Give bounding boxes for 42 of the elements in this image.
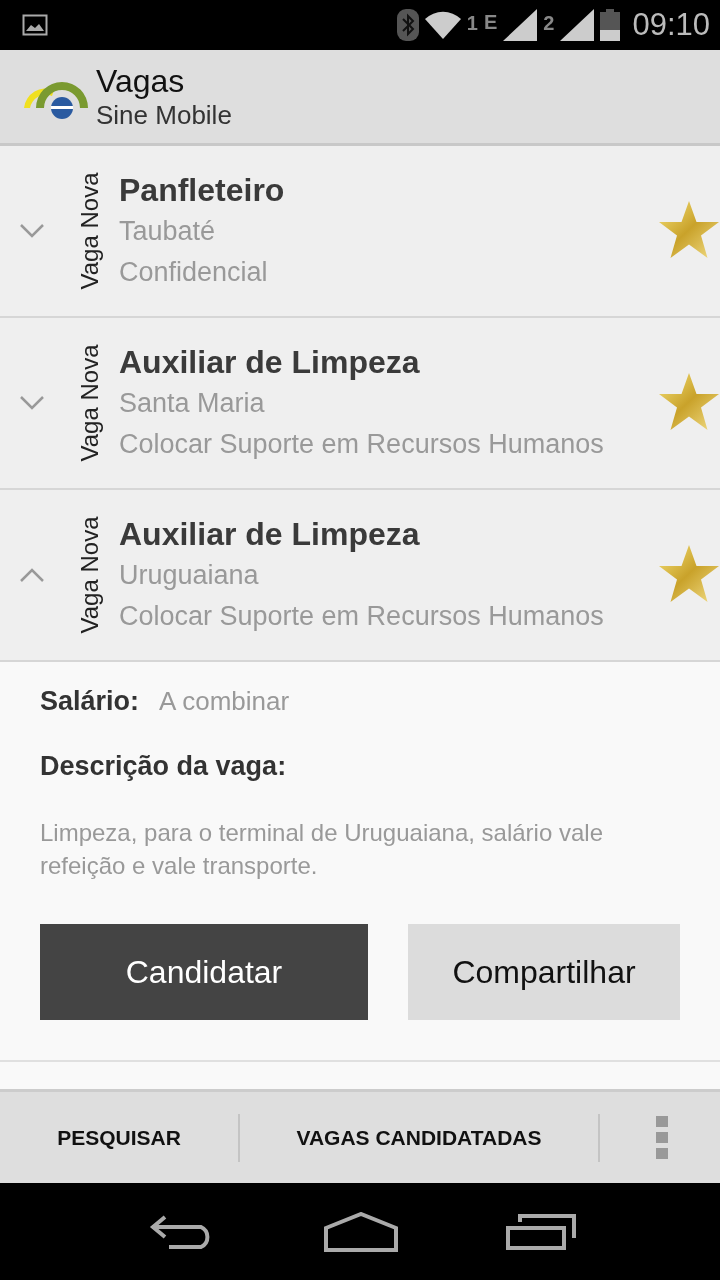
app-logo: [24, 81, 90, 120]
action-button[interactable]: PESQUISAR: [0, 1092, 238, 1183]
signal-icon: [503, 9, 538, 41]
salary-label: Salário:: [40, 686, 140, 717]
apply-button[interactable]: Candidatar: [40, 924, 368, 1020]
new-job-label: Vaga Nova: [76, 172, 104, 290]
job-title: Panfleteiro: [119, 171, 285, 210]
app-subtitle: Sine Mobile: [96, 99, 232, 131]
wifi-icon: [424, 11, 461, 39]
star-icon[interactable]: [658, 372, 720, 432]
star-icon[interactable]: [658, 544, 720, 604]
sim-number: 2: [543, 12, 555, 35]
chevron-down-icon[interactable]: [19, 395, 45, 411]
bluetooth-icon: [396, 9, 419, 41]
network-type: E: [483, 11, 498, 34]
battery-icon: [600, 9, 621, 41]
job-company: Colocar Suporte em Recursos Humanos: [119, 428, 604, 461]
job-title: Auxiliar de Limpeza: [119, 343, 420, 382]
overflow-menu-icon[interactable]: [656, 1115, 668, 1160]
salary-value: A combinar: [159, 686, 290, 717]
chevron-up-icon[interactable]: [19, 567, 45, 583]
new-job-label: Vaga Nova: [76, 344, 104, 462]
job-company: Confidencial: [119, 256, 268, 289]
job-company: Colocar Suporte em Recursos Humanos: [119, 600, 604, 633]
job-description: Limpeza, para o terminal de Uruguaiana, salário vale refeição e vale transporte.: [40, 818, 604, 881]
job-city: Taubaté: [119, 215, 216, 248]
action-button[interactable]: VAGAS CANDIDATADAS: [240, 1092, 598, 1183]
job-city: Uruguaiana: [119, 559, 259, 592]
new-job-label: Vaga Nova: [76, 516, 104, 634]
image-icon: [22, 14, 48, 36]
clock: 09:10: [632, 7, 710, 43]
share-button[interactable]: Compartilhar: [408, 924, 680, 1020]
recent-apps-icon[interactable]: [506, 1213, 577, 1250]
description-label: Descrição da vaga:: [40, 751, 288, 782]
star-icon[interactable]: [658, 200, 720, 260]
chevron-down-icon[interactable]: [19, 223, 45, 239]
job-title: Auxiliar de Limpeza: [119, 515, 420, 554]
sim-number: 1: [466, 12, 478, 35]
job-city: Santa Maria: [119, 387, 265, 420]
signal-icon: [560, 9, 595, 41]
home-icon[interactable]: [324, 1211, 399, 1252]
app-title: Vagas: [96, 62, 186, 99]
